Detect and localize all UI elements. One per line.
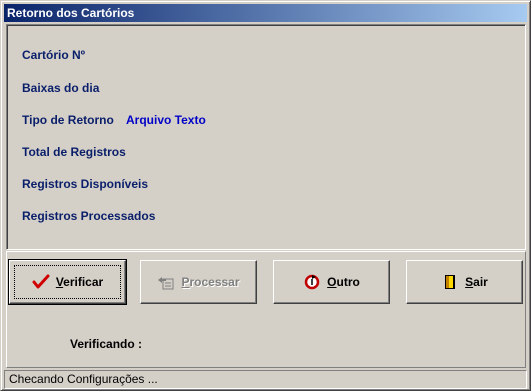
registros-processados-label: Registros Processados [22,209,156,223]
registros-disponiveis-label: Registros Disponíveis [22,177,149,191]
tipo-retorno-label: Tipo de Retorno [22,113,114,127]
outro-mnemonic: O [327,275,337,289]
tipo-retorno-value: Arquivo Texto [126,113,206,127]
process-icon [158,277,174,290]
cartorio-label: Cartório Nº [22,48,86,62]
total-registros-label: Total de Registros [22,145,126,159]
refresh-icon [304,274,320,290]
sair-mnemonic: S [465,275,474,289]
status-bar: Checando Configurações ... [4,370,527,389]
processar-rest: rocessar [189,275,240,289]
outro-rest: utro [336,275,360,289]
title-bar[interactable]: Retorno dos Cartórios [4,4,527,22]
sair-label: Sair [465,275,488,289]
outro-label: Outro [327,275,360,289]
sair-button[interactable]: Sair [406,260,523,304]
outro-button[interactable]: Outro [273,260,390,304]
sair-rest: air [473,275,488,289]
verificando-label: Verificando : [70,337,143,351]
processar-button[interactable]: Processar [140,260,257,304]
processar-label: Processar [181,275,239,289]
focus-rect [14,265,121,299]
exit-door-icon [445,275,456,289]
main-window: Retorno dos Cartórios Cartório Nº Baixas… [0,0,531,391]
status-text: Checando Configurações ... [9,372,158,386]
verificar-button[interactable]: Verificar [8,259,127,305]
baixas-label: Baixas do dia [22,81,100,95]
window-title: Retorno dos Cartórios [7,6,135,20]
